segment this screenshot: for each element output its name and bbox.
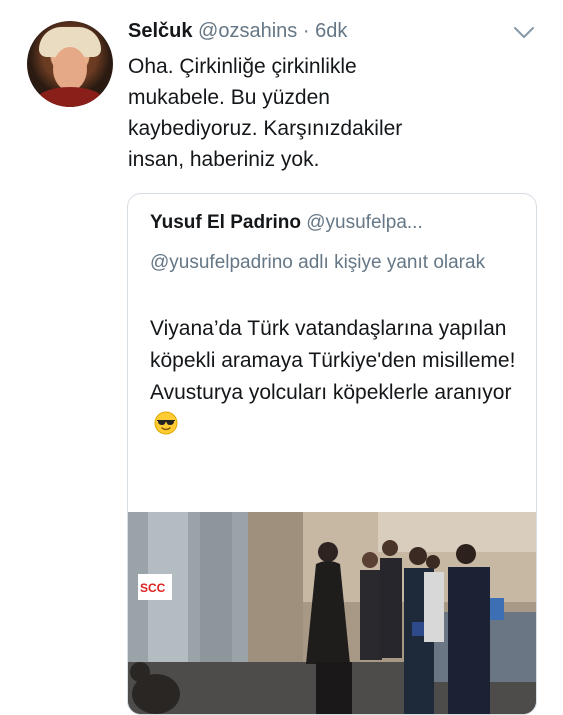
quoted-tweet[interactable]: Yusuf El Padrino @yusufelpa... @yusufelp…: [127, 193, 537, 715]
avatar-face: [53, 47, 87, 91]
author-handle[interactable]: @ozsahins: [198, 20, 297, 42]
chevron-down-icon[interactable]: [512, 25, 536, 41]
media-sign-text: SCC: [140, 581, 166, 595]
quoted-tweet-text-body: Viyana’da Türk vatandaşlarına yapılan kö…: [150, 317, 516, 404]
author-name[interactable]: Selčuk: [128, 20, 192, 42]
tweet-time[interactable]: 6dk: [315, 20, 347, 42]
quoted-author-handle: @yusufelpa...: [306, 212, 423, 233]
tweet-header: Selčuk @ozsahins · 6dk: [128, 20, 347, 43]
separator: ·: [297, 20, 316, 42]
tweet-text: Oha. Çirkinliğe çirkinlikle mukabele. Bu…: [128, 55, 403, 171]
quoted-tweet-header: Yusuf El Padrino @yusufelpa...: [150, 212, 423, 234]
avatar-robe: [35, 87, 105, 107]
quoted-tweet-media[interactable]: SCC: [128, 512, 536, 714]
sunglasses-emoji-icon: [154, 411, 178, 435]
avatar[interactable]: [27, 21, 113, 107]
quoted-author-name: Yusuf El Padrino: [150, 212, 301, 233]
reply-indicator: @yusufelpadrino adlı kişiye yanıt olarak: [150, 252, 486, 273]
media-scene: SCC: [128, 512, 536, 714]
quoted-tweet-text: Viyana’da Türk vatandaşlarına yapılan kö…: [150, 313, 520, 441]
